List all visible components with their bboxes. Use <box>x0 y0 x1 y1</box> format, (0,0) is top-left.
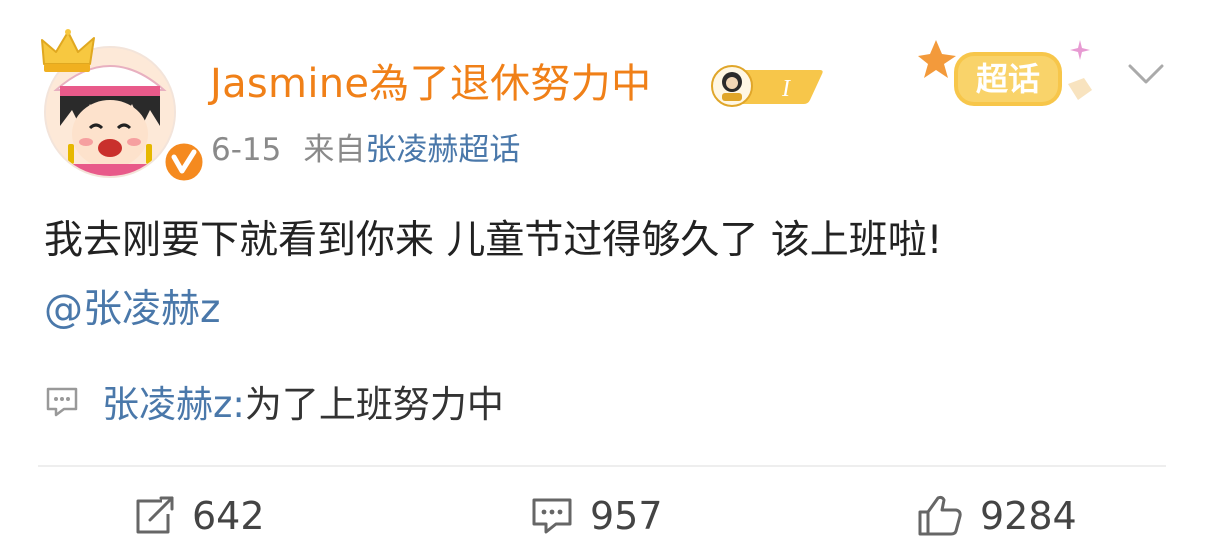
source-link[interactable]: 张凌赫超话 <box>365 132 520 168</box>
like-button[interactable]: 9284 <box>916 494 1077 538</box>
post-content: 我去刚要下就看到你来 儿童节过得够久了 该上班啦! <box>44 218 943 263</box>
comment-button[interactable]: 957 <box>530 494 663 538</box>
supertopic-badge[interactable]: 超话 <box>918 30 1104 116</box>
comment-icon <box>532 498 572 534</box>
repost-count: 642 <box>192 494 265 538</box>
fan-level-badge[interactable]: I <box>706 62 826 108</box>
weibo-post-card: Jasmine為了退休努力中 I 6-15 来自张凌赫超话 超话 我去刚要下就看… <box>0 0 1206 543</box>
origin-text: 为了上班努力中 <box>244 383 504 426</box>
chevron-down-icon[interactable] <box>1124 58 1168 92</box>
username[interactable]: Jasmine為了退休努力中 <box>210 58 651 110</box>
like-count: 9284 <box>980 494 1077 538</box>
post-date: 6-15 <box>211 132 282 168</box>
origin-line[interactable]: 张凌赫z: 为了上班努力中 <box>44 376 504 426</box>
supertopic-label: 超话 <box>976 60 1040 98</box>
origin-author-link[interactable]: 张凌赫z: <box>102 374 245 428</box>
comment-icon <box>46 387 78 417</box>
like-icon <box>918 495 962 536</box>
post-meta: 6-15 来自张凌赫超话 <box>211 130 520 170</box>
post-action-bar: 642 957 9284 <box>0 486 1206 543</box>
mention-link[interactable]: @张凌赫z <box>44 285 220 335</box>
crown-icon <box>38 28 100 78</box>
repost-button[interactable]: 642 <box>132 494 265 538</box>
repost-icon <box>136 496 174 534</box>
fan-level-text: I <box>781 76 791 102</box>
divider <box>38 465 1166 467</box>
avatar-group[interactable] <box>38 28 206 184</box>
comment-count: 957 <box>590 494 663 538</box>
verified-badge-icon <box>162 140 206 184</box>
source-prefix: 来自 <box>303 132 366 168</box>
